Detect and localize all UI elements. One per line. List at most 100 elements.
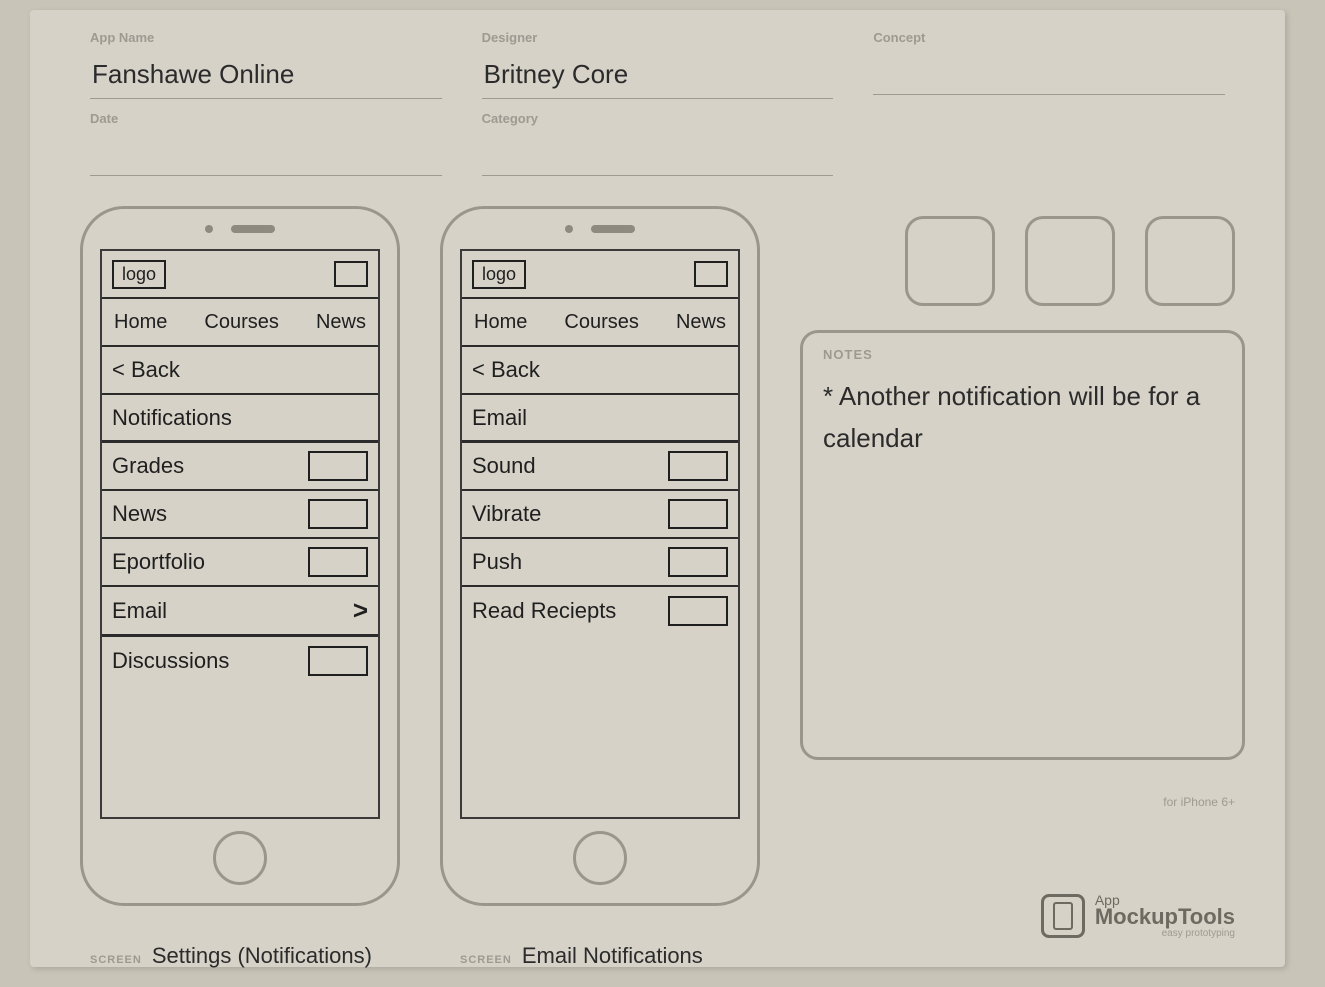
- logo-placeholder[interactable]: logo: [112, 260, 166, 289]
- notes-text[interactable]: * Another notification will be for a cal…: [823, 376, 1222, 459]
- field-date: Date: [90, 111, 442, 176]
- screen-name-text[interactable]: Email Notifications: [522, 943, 703, 969]
- section-title: Notifications: [112, 405, 232, 431]
- header-row: logo: [462, 251, 738, 299]
- value-date[interactable]: [90, 136, 442, 176]
- worksheet-paper: App Name Fanshawe Online Designer Britne…: [30, 10, 1285, 967]
- value-app-name[interactable]: Fanshawe Online: [90, 55, 442, 99]
- notes-label: NOTES: [823, 347, 1222, 362]
- meta-row-2: Date Category: [30, 99, 1285, 176]
- nav-row: Home Courses News: [462, 299, 738, 347]
- label-concept: Concept: [873, 30, 1225, 45]
- field-category: Category: [482, 111, 834, 176]
- item-label-grades: Grades: [112, 453, 184, 479]
- section-title-row: Notifications: [102, 395, 378, 443]
- notes-box: NOTES * Another notification will be for…: [800, 330, 1245, 760]
- camera-dot-icon: [205, 225, 213, 233]
- list-item[interactable]: Read Reciepts: [462, 587, 738, 635]
- phone-top-2: [443, 209, 757, 249]
- phone-screen-2: logo Home Courses News < Back Email Soun…: [460, 249, 740, 819]
- toggle-read-receipts[interactable]: [668, 596, 728, 626]
- toggle-discussions[interactable]: [308, 646, 368, 676]
- phone-frame-2: logo Home Courses News < Back Email Soun…: [440, 206, 760, 906]
- list-item[interactable]: News: [102, 491, 378, 539]
- section-title: Email: [472, 405, 527, 431]
- label-app-name: App Name: [90, 30, 442, 45]
- label-category: Category: [482, 111, 834, 126]
- list-item[interactable]: Email >: [102, 587, 378, 637]
- back-row[interactable]: < Back: [102, 347, 378, 395]
- toggle-grades[interactable]: [308, 451, 368, 481]
- label-designer: Designer: [482, 30, 834, 45]
- screen-name-text[interactable]: Settings (Notifications): [152, 943, 372, 969]
- nav-courses[interactable]: Courses: [202, 311, 280, 334]
- item-label-read-receipts: Read Reciepts: [472, 598, 616, 624]
- chevron-right-icon: >: [353, 595, 368, 626]
- item-label-eportfolio: Eportfolio: [112, 549, 205, 575]
- item-label-vibrate: Vibrate: [472, 501, 541, 527]
- nav-news[interactable]: News: [674, 311, 728, 334]
- field-concept: Concept: [873, 30, 1225, 99]
- nav-row: Home Courses News: [102, 299, 378, 347]
- list-item[interactable]: Push: [462, 539, 738, 587]
- speaker-slot-icon: [231, 225, 275, 233]
- toggle-eportfolio[interactable]: [308, 547, 368, 577]
- item-label-discussions: Discussions: [112, 648, 229, 674]
- section-title-row: Email: [462, 395, 738, 443]
- value-category[interactable]: [482, 136, 834, 176]
- screen-name-1: SCREEN Settings (Notifications): [90, 943, 372, 969]
- phones-area: logo Home Courses News < Back Notificati…: [30, 176, 1285, 906]
- field-blank: [873, 111, 1225, 176]
- item-label-news: News: [112, 501, 167, 527]
- phone-screen-1: logo Home Courses News < Back Notificati…: [100, 249, 380, 819]
- value-concept[interactable]: [873, 55, 1225, 95]
- logo-placeholder[interactable]: logo: [472, 260, 526, 289]
- field-designer: Designer Britney Core: [482, 30, 834, 99]
- list-item[interactable]: Vibrate: [462, 491, 738, 539]
- nav-courses[interactable]: Courses: [562, 311, 640, 334]
- screen-prefix: SCREEN: [90, 954, 142, 966]
- brand-icon: [1041, 894, 1085, 938]
- list-item[interactable]: Grades: [102, 443, 378, 491]
- item-label-push: Push: [472, 549, 522, 575]
- thumbnail-square[interactable]: [1145, 216, 1235, 306]
- meta-row-1: App Name Fanshawe Online Designer Britne…: [30, 10, 1285, 99]
- field-app-name: App Name Fanshawe Online: [90, 30, 442, 99]
- brand-line2: MockupTools: [1095, 904, 1235, 930]
- back-label: < Back: [112, 357, 180, 383]
- toggle-sound[interactable]: [668, 451, 728, 481]
- list-item[interactable]: Discussions: [102, 637, 378, 685]
- thumbnail-squares: [800, 216, 1245, 306]
- speaker-slot-icon: [591, 225, 635, 233]
- screen-name-2: SCREEN Email Notifications: [460, 943, 703, 969]
- phone-pencil-icon: [1053, 902, 1073, 930]
- back-label: < Back: [472, 357, 540, 383]
- value-designer[interactable]: Britney Core: [482, 55, 834, 99]
- toggle-push[interactable]: [668, 547, 728, 577]
- nav-home[interactable]: Home: [112, 311, 169, 334]
- brand-text: App MockupTools easy prototyping: [1095, 892, 1235, 939]
- screen-prefix: SCREEN: [460, 954, 512, 966]
- menu-icon[interactable]: [334, 261, 368, 287]
- toggle-news[interactable]: [308, 499, 368, 529]
- thumbnail-square[interactable]: [905, 216, 995, 306]
- thumbnail-square[interactable]: [1025, 216, 1115, 306]
- item-label-sound: Sound: [472, 453, 536, 479]
- item-label-email: Email: [112, 598, 167, 624]
- nav-home[interactable]: Home: [472, 311, 529, 334]
- list-item[interactable]: Eportfolio: [102, 539, 378, 587]
- list-item[interactable]: Sound: [462, 443, 738, 491]
- back-row[interactable]: < Back: [462, 347, 738, 395]
- label-date: Date: [90, 111, 442, 126]
- toggle-vibrate[interactable]: [668, 499, 728, 529]
- header-row: logo: [102, 251, 378, 299]
- menu-icon[interactable]: [694, 261, 728, 287]
- nav-news[interactable]: News: [314, 311, 368, 334]
- home-button[interactable]: [213, 831, 267, 885]
- branding: App MockupTools easy prototyping: [1041, 892, 1235, 939]
- for-device-label: for iPhone 6+: [1163, 795, 1235, 809]
- camera-dot-icon: [565, 225, 573, 233]
- phone-top-1: [83, 209, 397, 249]
- phone-frame-1: logo Home Courses News < Back Notificati…: [80, 206, 400, 906]
- home-button[interactable]: [573, 831, 627, 885]
